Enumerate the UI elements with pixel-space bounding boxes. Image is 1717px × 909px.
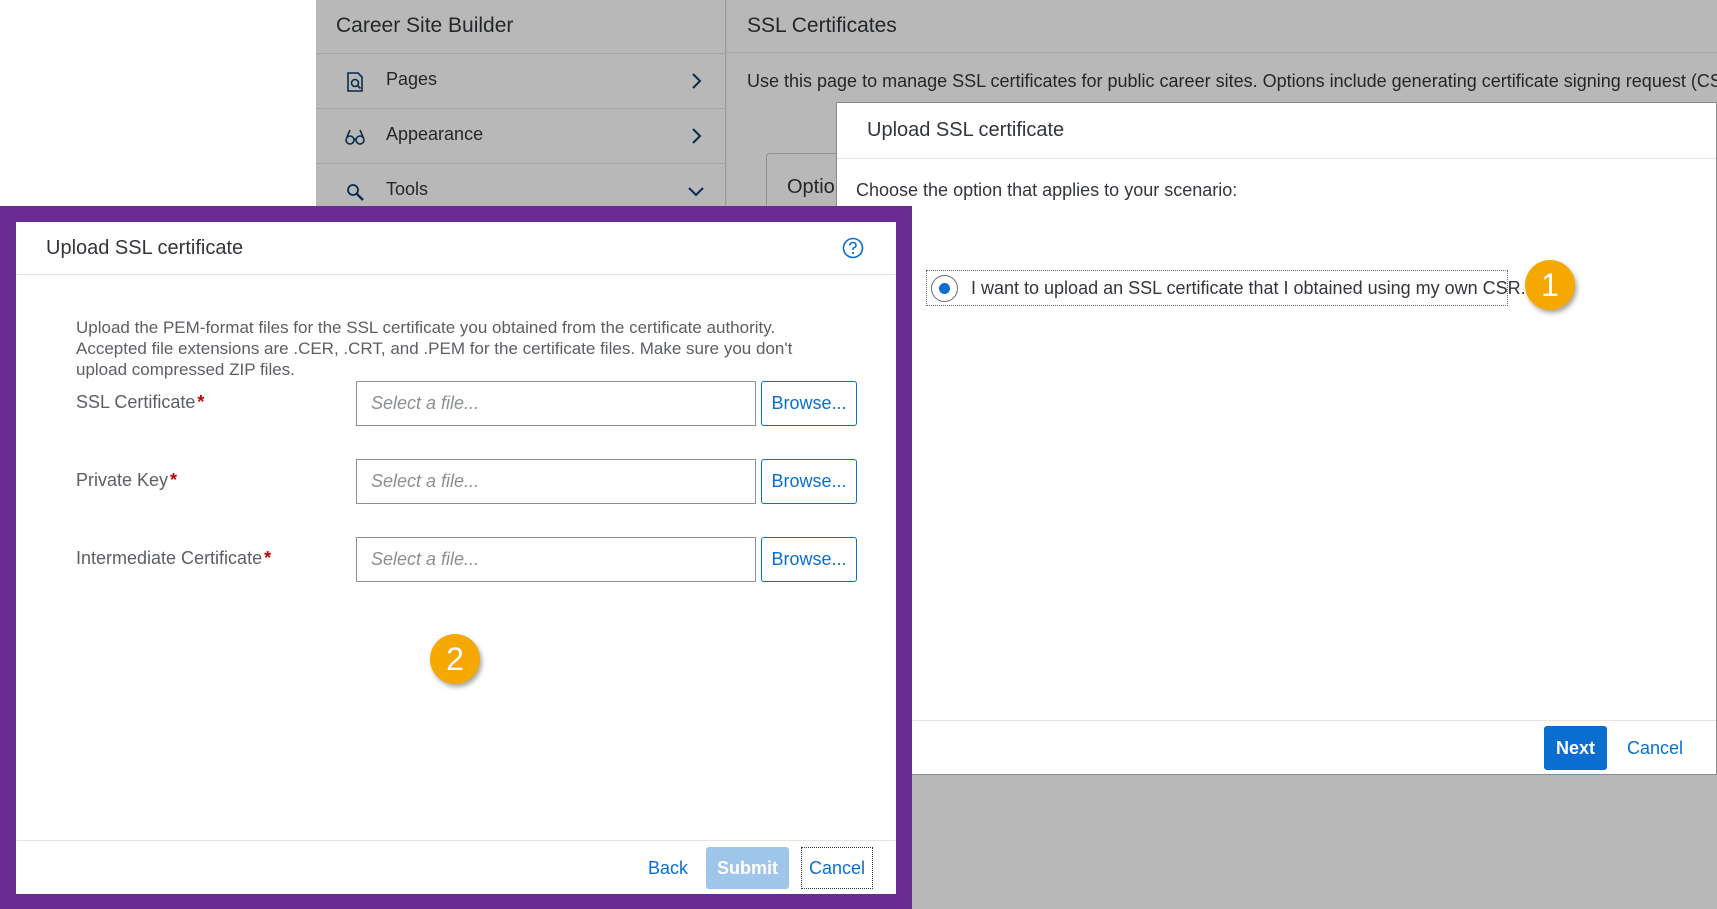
dialog-title: Upload SSL certificate [867, 119, 1065, 141]
private-key-file-input[interactable] [356, 459, 756, 504]
browse-private-key-button[interactable]: Browse... [761, 459, 857, 504]
callout-badge-2: 2 [430, 634, 480, 684]
dialog-footer: Next Cancel [837, 720, 1716, 776]
upload-files-dialog: Upload SSL certificate Upload the PEM-fo… [16, 222, 896, 894]
help-circle-icon[interactable] [842, 237, 864, 259]
cancel-button[interactable]: Cancel [1615, 726, 1695, 770]
required-marker: * [264, 548, 272, 568]
cancel-button[interactable]: Cancel [801, 847, 873, 889]
radio-button[interactable] [931, 275, 958, 302]
intermediate-certificate-file-input[interactable] [356, 537, 756, 582]
back-button[interactable]: Back [638, 847, 698, 889]
upload-option-dialog: Upload SSL certificate Choose the option… [836, 102, 1717, 775]
field-label: SSL Certificate * [76, 392, 205, 412]
required-marker: * [170, 470, 178, 490]
browse-intermediate-certificate-button[interactable]: Browse... [761, 537, 857, 582]
field-row-private-key: Private Key* Browse... [16, 459, 896, 505]
radio-selected-dot [939, 283, 950, 294]
required-marker: * [197, 392, 205, 412]
browse-ssl-certificate-button[interactable]: Browse... [761, 381, 857, 426]
field-row-intermediate-certificate: Intermediate Certificate* Browse... [16, 537, 896, 583]
dialog-header: Upload SSL certificate [837, 103, 1716, 159]
field-label: Private Key * [76, 470, 178, 490]
radio-option-own-csr[interactable]: I want to upload an SSL certificate that… [926, 270, 1526, 306]
dialog-header: Upload SSL certificate [16, 222, 896, 275]
dialog-description: Upload the PEM-format files for the SSL … [76, 318, 793, 379]
field-row-ssl-certificate: SSL Certificate* Browse... [16, 381, 896, 427]
dialog-footer: Back Submit Cancel [16, 840, 896, 894]
callout-badge-1: 1 [1525, 260, 1575, 310]
submit-button[interactable]: Submit [706, 847, 789, 889]
dialog-prompt: Choose the option that applies to your s… [856, 180, 1238, 200]
next-button[interactable]: Next [1544, 726, 1607, 770]
dialog-title: Upload SSL certificate [46, 237, 244, 259]
radio-option-label: I want to upload an SSL certificate that… [971, 278, 1526, 298]
field-label: Intermediate Certificate * [76, 548, 272, 568]
ssl-certificate-file-input[interactable] [356, 381, 756, 426]
